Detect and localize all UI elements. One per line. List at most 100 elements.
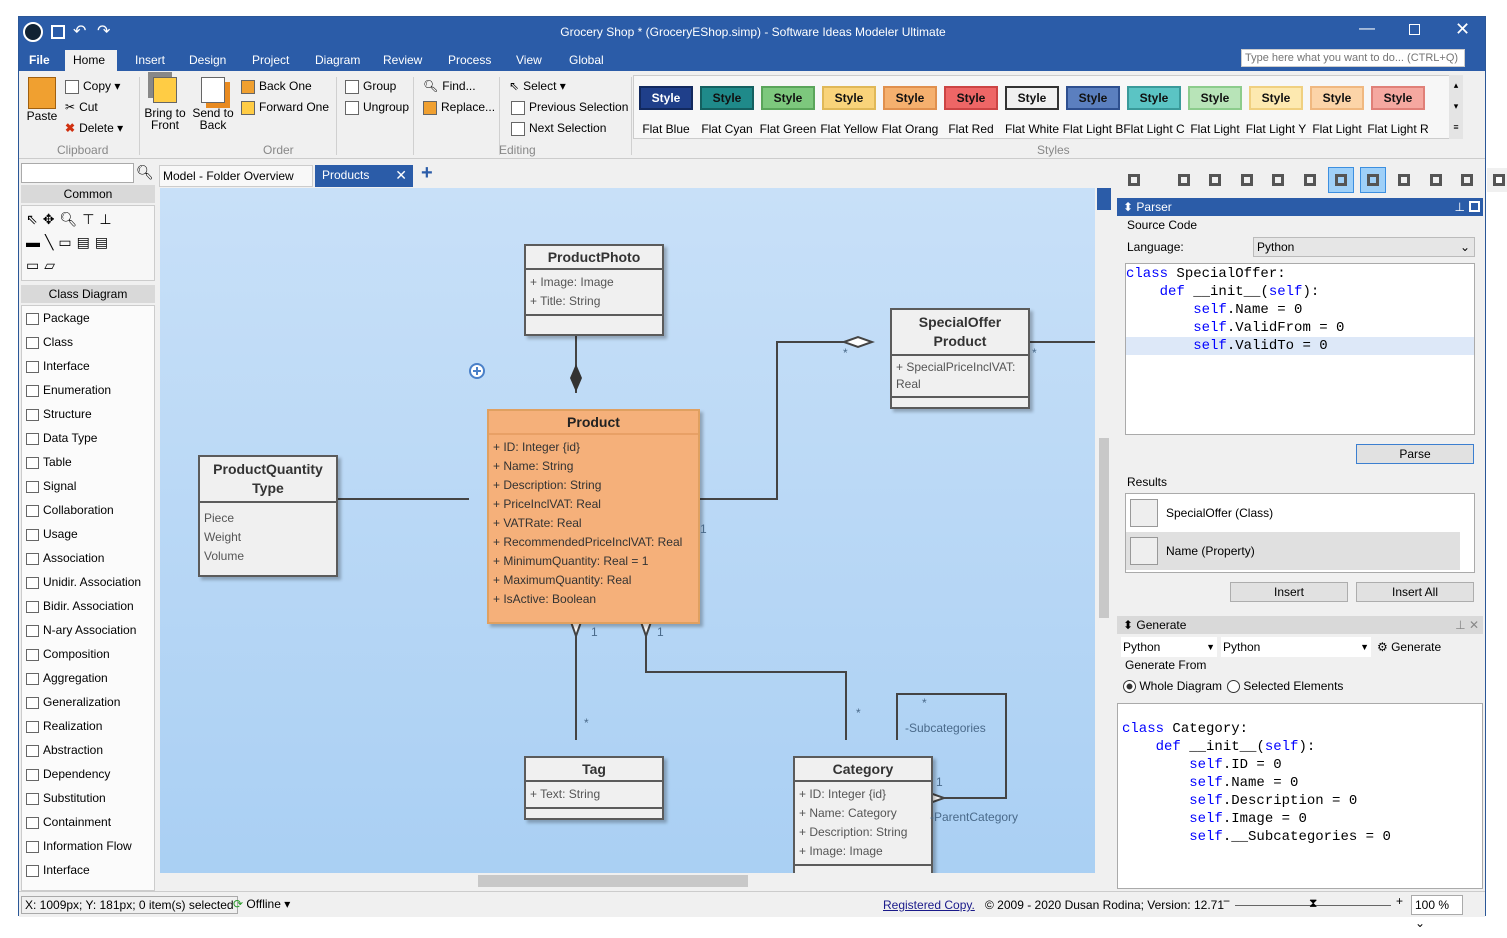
next-selection-button[interactable]: Next Selection xyxy=(511,121,606,136)
copy-button[interactable]: Copy ▾ xyxy=(65,79,120,94)
language-select[interactable]: Python ⌄ xyxy=(1253,237,1475,257)
class-diagram-section-header[interactable]: Class Diagram xyxy=(21,285,155,303)
style-swatch-button[interactable]: Style xyxy=(1066,86,1120,110)
tool-association[interactable]: Association xyxy=(26,548,104,568)
tab-project[interactable]: Project xyxy=(244,50,297,71)
class-attribute[interactable]: + MaximumQuantity: Real xyxy=(493,571,694,590)
tool-composition[interactable]: Composition xyxy=(26,644,110,664)
tab-file[interactable]: File xyxy=(21,50,58,71)
insert-all-button[interactable]: Insert All xyxy=(1356,582,1474,602)
vertical-scrollbar[interactable] xyxy=(1097,188,1111,889)
style-swatch-button[interactable]: Style xyxy=(883,86,937,110)
previous-selection-button[interactable]: Previous Selection xyxy=(511,100,628,115)
class-specialofferproduct[interactable]: SpecialOffer Product + SpecialPriceInclVA… xyxy=(890,308,1030,409)
style-swatch-button[interactable]: Style xyxy=(700,86,754,110)
style-swatch-button[interactable]: Style xyxy=(1249,86,1303,110)
tab-design[interactable]: Design xyxy=(181,50,234,71)
tool-interface[interactable]: Interface xyxy=(26,860,90,880)
class-attribute[interactable]: + MinimumQuantity: Real = 1 xyxy=(493,552,694,571)
class-attribute[interactable]: + Description: String xyxy=(493,476,694,495)
tool-n-ary-association[interactable]: N-ary Association xyxy=(26,620,136,640)
tool-collaboration[interactable]: Collaboration xyxy=(26,500,114,520)
tool-package[interactable]: Package xyxy=(26,308,90,328)
search-icon[interactable]: 🔍︎ xyxy=(136,164,154,181)
tab-insert[interactable]: Insert xyxy=(127,50,173,71)
tool-table[interactable]: Table xyxy=(26,452,72,472)
common-section-header[interactable]: Common xyxy=(21,185,155,203)
checklist-icon[interactable] xyxy=(1486,167,1507,193)
tool-interface[interactable]: Interface xyxy=(26,356,90,376)
tab-view[interactable]: View xyxy=(508,50,550,71)
class-attribute[interactable]: + SpecialPriceInclVAT: xyxy=(896,359,1024,376)
parse-button[interactable]: Parse xyxy=(1356,444,1474,464)
tool-enumeration[interactable]: Enumeration xyxy=(26,380,111,400)
horizontal-scrollbar[interactable] xyxy=(160,873,1095,889)
tab-diagram[interactable]: Diagram xyxy=(307,50,368,71)
tool-unidir-association[interactable]: Unidir. Association xyxy=(26,572,141,592)
styles-scrollbar[interactable]: ▴ ▾ ≡ xyxy=(1449,75,1463,139)
class-attribute[interactable]: Volume xyxy=(204,547,332,566)
generate-language-select[interactable]: Python ▼ xyxy=(1121,637,1217,657)
tool-structure[interactable]: Structure xyxy=(26,404,92,424)
gears-icon[interactable] xyxy=(1328,167,1354,193)
tool-substitution[interactable]: Substitution xyxy=(26,788,106,808)
maximize-panel-icon[interactable] xyxy=(1469,201,1480,212)
class-productphoto[interactable]: ProductPhoto + Image: Image + Title: Strin… xyxy=(524,244,664,336)
list-icon[interactable] xyxy=(1454,167,1480,193)
class-attribute[interactable]: Piece xyxy=(204,509,332,528)
style-swatch-button[interactable]: Style xyxy=(1310,86,1364,110)
tab-review[interactable]: Review xyxy=(375,50,430,71)
tab-products[interactable]: Products ✕ xyxy=(315,165,413,187)
tool-data-type[interactable]: Data Type xyxy=(26,428,97,448)
tool-aggregation[interactable]: Aggregation xyxy=(26,668,108,688)
style-swatch-button[interactable]: Style xyxy=(1005,86,1059,110)
ungroup-button[interactable]: Ungroup xyxy=(345,100,409,115)
group-button[interactable]: Group xyxy=(345,79,396,94)
style-swatch-button[interactable]: Style xyxy=(822,86,876,110)
tool-bidir-association[interactable]: Bidir. Association xyxy=(26,596,134,616)
whole-diagram-radio[interactable]: Whole Diagram xyxy=(1123,679,1222,694)
tab-process[interactable]: Process xyxy=(440,50,499,71)
back-one-button[interactable]: Back One xyxy=(241,79,312,94)
maximize-button[interactable] xyxy=(1409,24,1420,35)
style-swatch-button[interactable]: Style xyxy=(944,86,998,110)
result-item[interactable]: SpecialOffer (Class) xyxy=(1126,494,1474,532)
tab-model-folder-overview[interactable]: Model - Folder Overview xyxy=(159,165,313,187)
generated-code-viewer[interactable]: class Category: def __init__(self): self… xyxy=(1117,703,1483,889)
tab-global[interactable]: Global xyxy=(561,50,612,71)
windows-icon[interactable] xyxy=(1121,167,1147,193)
class-attribute[interactable]: Weight xyxy=(204,528,332,547)
class-attribute[interactable]: + VATRate: Real xyxy=(493,514,694,533)
style-swatch-button[interactable]: Style xyxy=(1188,86,1242,110)
style-swatch-button[interactable]: Style xyxy=(761,86,815,110)
tool-dependency[interactable]: Dependency xyxy=(26,764,110,784)
tool-signal[interactable]: Signal xyxy=(26,476,76,496)
diagram-canvas[interactable]: ProductPhoto + Image: Image + Title: Strin… xyxy=(160,188,1095,889)
add-tab-icon[interactable]: + xyxy=(421,162,433,185)
generate-template-select[interactable]: Python ▼ xyxy=(1221,637,1371,657)
selected-elements-radio[interactable]: Selected Elements xyxy=(1227,679,1343,694)
zoom-select[interactable]: 100 % ⌄ xyxy=(1411,895,1463,930)
class-tag[interactable]: Tag + Text: String xyxy=(524,756,664,820)
class-category[interactable]: Category + ID: Integer {id} + Name: Catego… xyxy=(793,756,933,876)
class-attribute[interactable]: + Title: String xyxy=(530,292,658,311)
class-attribute[interactable]: + Image: Image xyxy=(799,842,927,861)
tool-containment[interactable]: Containment xyxy=(26,812,111,832)
tool-usage[interactable]: Usage xyxy=(26,524,78,544)
edit-icon[interactable] xyxy=(1265,167,1291,193)
generate-button[interactable]: ⚙ Generate xyxy=(1373,637,1483,657)
toolbox-search-input[interactable] xyxy=(21,163,134,183)
class-attribute[interactable]: + IsActive: Boolean xyxy=(493,590,694,609)
tab-home[interactable]: Home xyxy=(65,50,117,71)
class-attribute[interactable]: + PriceInclVAT: Real xyxy=(493,495,694,514)
format-icon[interactable] xyxy=(1391,167,1417,193)
class-attribute[interactable]: + Image: Image xyxy=(530,273,658,292)
class-attribute[interactable]: + ID: Integer {id} xyxy=(799,785,927,804)
select-button[interactable]: ⇖ Select ▾ xyxy=(509,79,566,93)
paste-button[interactable]: Paste xyxy=(25,77,59,123)
command-search-input[interactable] xyxy=(1241,49,1465,67)
tree-icon[interactable] xyxy=(1171,167,1197,193)
class-attribute[interactable]: + Text: String xyxy=(530,785,658,804)
class-attribute[interactable]: + RecommendedPriceInclVAT: Real xyxy=(493,533,694,552)
find-button[interactable]: 🔍︎ Find... xyxy=(423,79,476,93)
